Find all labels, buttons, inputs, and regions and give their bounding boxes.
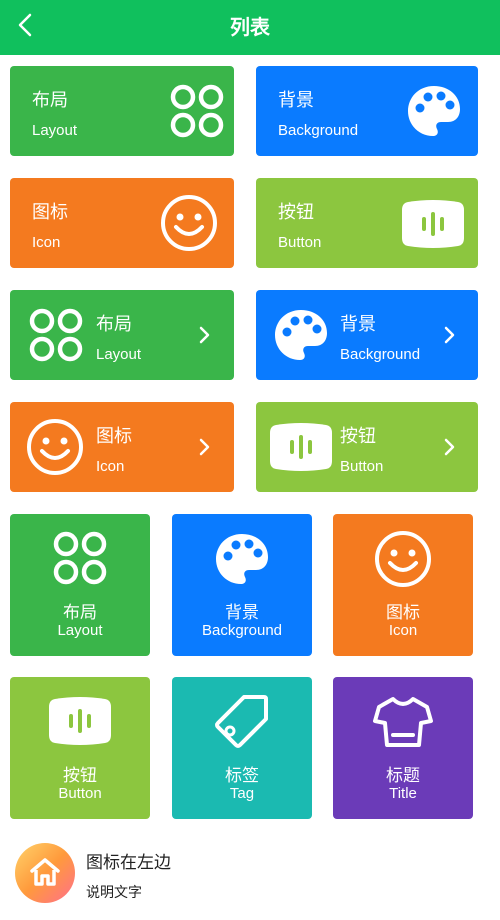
home-avatar	[15, 843, 75, 903]
list-item-title: 图标在左边	[86, 853, 171, 873]
button-icon	[270, 423, 332, 471]
card-icon[interactable]: 图标 Icon	[10, 178, 234, 268]
card-background[interactable]: 背景 Background	[256, 66, 478, 156]
tag-icon	[215, 695, 268, 748]
card-subtitle: Layout	[32, 122, 78, 139]
card-subtitle: Background	[278, 122, 359, 139]
button-icon	[49, 697, 111, 745]
back-button[interactable]	[10, 10, 40, 40]
palette-icon	[408, 86, 460, 136]
tile-subtitle: Layout	[57, 622, 103, 639]
card-button[interactable]: 按钮 Button	[256, 178, 478, 268]
card-subtitle: Background	[340, 346, 421, 363]
home-icon	[30, 858, 60, 886]
smiley-icon	[375, 531, 431, 587]
chevron-right-icon	[444, 438, 455, 456]
tile-title: 按钮	[63, 766, 97, 786]
page-title: 列表	[230, 15, 270, 39]
tile-title-item[interactable]: 标题 Title	[333, 677, 473, 819]
top-bar: 列表	[0, 0, 500, 55]
tile-layout[interactable]: 布局 Layout	[10, 514, 150, 656]
card-title: 按钮	[340, 426, 376, 447]
chevron-right-icon	[199, 438, 210, 456]
card-title: 图标	[96, 426, 132, 447]
card-title: 按钮	[278, 202, 314, 223]
tile-tag[interactable]: 标签 Tag	[172, 677, 312, 819]
card-title: 背景	[340, 314, 376, 335]
card-title: 图标	[32, 202, 68, 223]
tile-title: 布局	[63, 603, 97, 623]
card-title: 布局	[32, 90, 68, 111]
tile-title: 标题	[386, 766, 420, 786]
card-layout[interactable]: 布局 Layout	[10, 66, 234, 156]
smiley-icon	[161, 195, 217, 251]
tile-button[interactable]: 按钮 Button	[10, 677, 150, 819]
tile-subtitle: Title	[389, 785, 417, 802]
card-title: 背景	[278, 90, 314, 111]
tile-subtitle: Background	[201, 622, 283, 639]
chevron-right-icon	[444, 326, 455, 344]
tile-subtitle: Icon	[388, 622, 418, 639]
card-background-icon-left[interactable]: 背景 Background	[256, 290, 478, 380]
card-icon-icon-left[interactable]: 图标 Icon	[10, 402, 234, 492]
tile-subtitle: Tag	[229, 785, 255, 802]
card-button-icon-left[interactable]: 按钮 Button	[256, 402, 478, 492]
tile-title: 背景	[225, 603, 259, 623]
card-subtitle: Icon	[32, 234, 61, 251]
card-layout-icon-left[interactable]: 布局 Layout	[10, 290, 234, 380]
grid-circles-icon	[170, 84, 224, 138]
list-item-desc: 说明文字	[86, 885, 142, 901]
palette-icon	[216, 534, 268, 584]
chevron-left-icon	[18, 13, 32, 37]
smiley-icon	[27, 419, 83, 475]
card-title: 布局	[96, 314, 132, 335]
tile-subtitle: Button	[58, 785, 102, 802]
card-subtitle: Layout	[96, 346, 142, 363]
grid-circles-icon	[53, 531, 107, 585]
tile-title: 图标	[386, 603, 420, 623]
palette-icon	[275, 310, 327, 360]
tile-background[interactable]: 背景 Background	[172, 514, 312, 656]
card-subtitle: Button	[278, 234, 322, 251]
card-subtitle: Icon	[96, 458, 125, 475]
tile-title: 标签	[225, 766, 259, 786]
button-icon	[402, 200, 464, 248]
card-subtitle: Button	[340, 458, 384, 475]
tshirt-icon	[373, 697, 433, 747]
grid-circles-icon	[29, 308, 83, 362]
tile-icon[interactable]: 图标 Icon	[333, 514, 473, 656]
chevron-right-icon	[199, 326, 210, 344]
